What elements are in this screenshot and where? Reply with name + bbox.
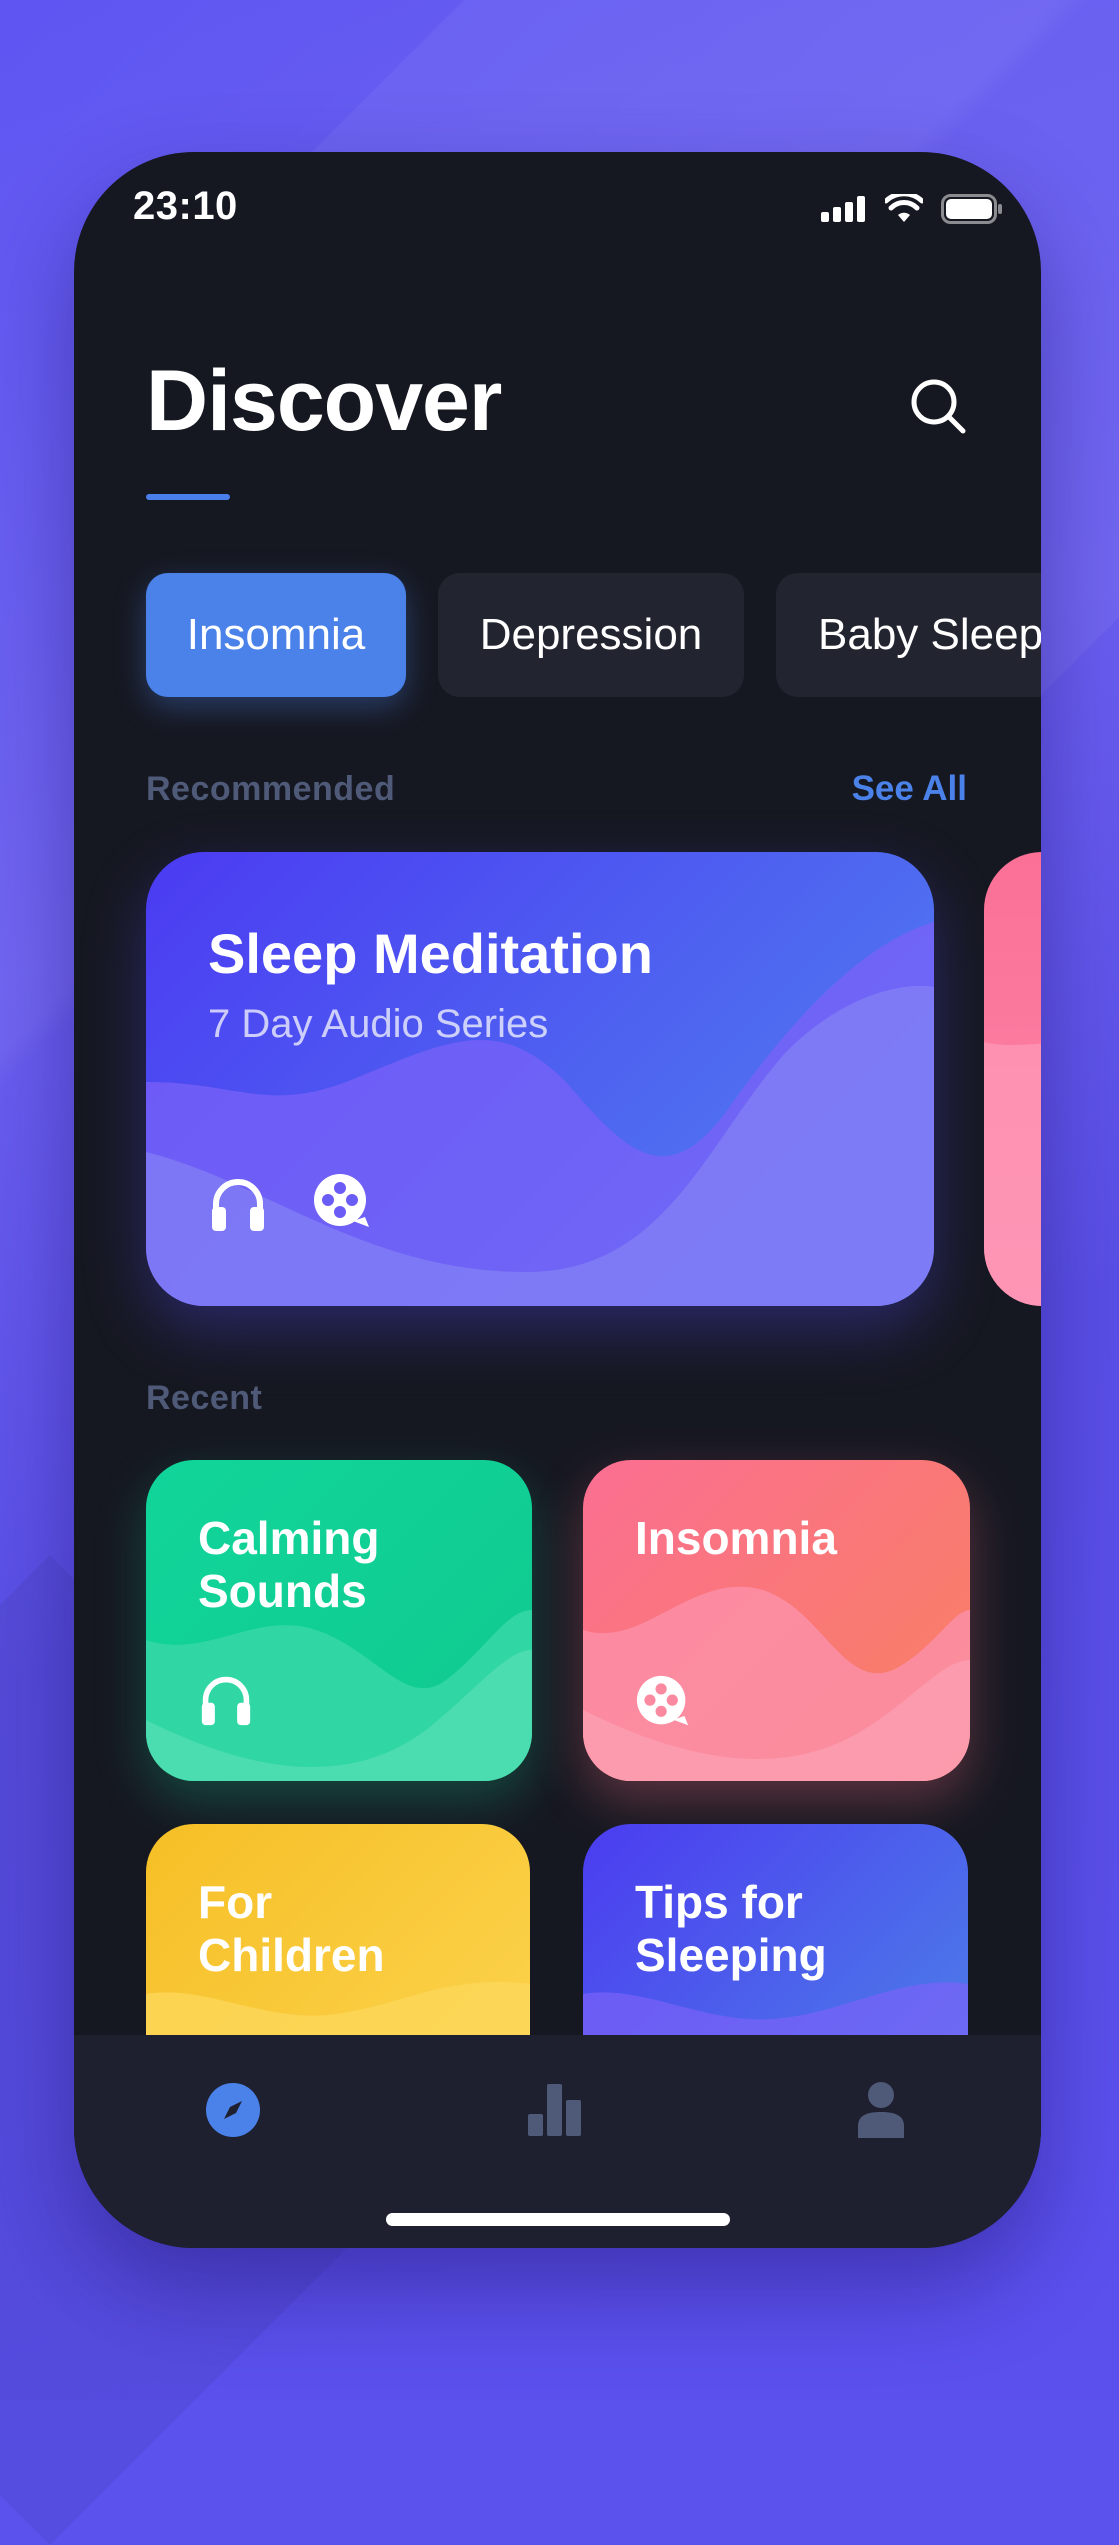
see-all-link[interactable]: See All [852, 769, 967, 809]
featured-title: Sleep Meditation [208, 922, 653, 985]
status-icons [821, 192, 1003, 226]
title-underline [146, 494, 230, 500]
search-icon [911, 379, 966, 434]
user-icon [858, 2082, 904, 2138]
signal-icon [821, 196, 865, 222]
featured-subtitle: 7 Day Audio Series [208, 1002, 549, 1046]
battery-icon [941, 194, 1002, 224]
stats-tab[interactable] [510, 2065, 600, 2155]
card-waves [984, 1042, 1041, 1306]
compass-icon [206, 2083, 260, 2137]
recent-card-title: For Children [198, 1876, 385, 1981]
film-reel-icon [310, 1170, 374, 1234]
chip-label: Insomnia [186, 610, 366, 659]
chip-depression[interactable]: Depression [438, 573, 744, 697]
next-featured-card[interactable] [984, 852, 1041, 1306]
film-reel-icon [633, 1672, 693, 1732]
card-waves [146, 1610, 532, 1781]
home-indicator[interactable] [386, 2213, 730, 2226]
recommended-label: Recommended [146, 770, 396, 808]
chip-insomnia[interactable]: Insomnia [146, 573, 406, 697]
card-waves [583, 1586, 970, 1781]
search-button[interactable] [905, 373, 971, 439]
card-waves [146, 922, 934, 1306]
wifi-icon [885, 194, 923, 222]
featured-card[interactable]: Sleep Meditation 7 Day Audio Series [146, 852, 934, 1306]
bar-chart-icon [528, 2084, 581, 2136]
page-title: Discover [146, 353, 502, 449]
status-time: 23:10 [133, 184, 238, 228]
chip-label: Baby Sleep [818, 610, 1041, 659]
tab-bar [74, 2035, 1041, 2248]
phone-frame: 23:10 Discover Insomnia Depression Baby … [74, 152, 1041, 2248]
recent-card-title: Calming Sounds [198, 1512, 380, 1617]
recent-card-title: Tips for Sleeping [635, 1876, 827, 1981]
chip-baby-sleep[interactable]: Baby Sleep [776, 573, 1041, 697]
headphones-icon [196, 1670, 256, 1730]
chip-label: Depression [479, 610, 703, 659]
category-chips: Insomnia Depression Baby Sleep [146, 573, 1041, 697]
profile-tab[interactable] [836, 2065, 926, 2155]
headphones-icon [206, 1172, 270, 1236]
recent-label: Recent [146, 1379, 263, 1417]
discover-tab[interactable] [188, 2065, 278, 2155]
recent-card-insomnia[interactable]: Insomnia [583, 1460, 970, 1781]
recent-card-title: Insomnia [635, 1512, 837, 1564]
recent-card-calming-sounds[interactable]: Calming Sounds [146, 1460, 532, 1781]
